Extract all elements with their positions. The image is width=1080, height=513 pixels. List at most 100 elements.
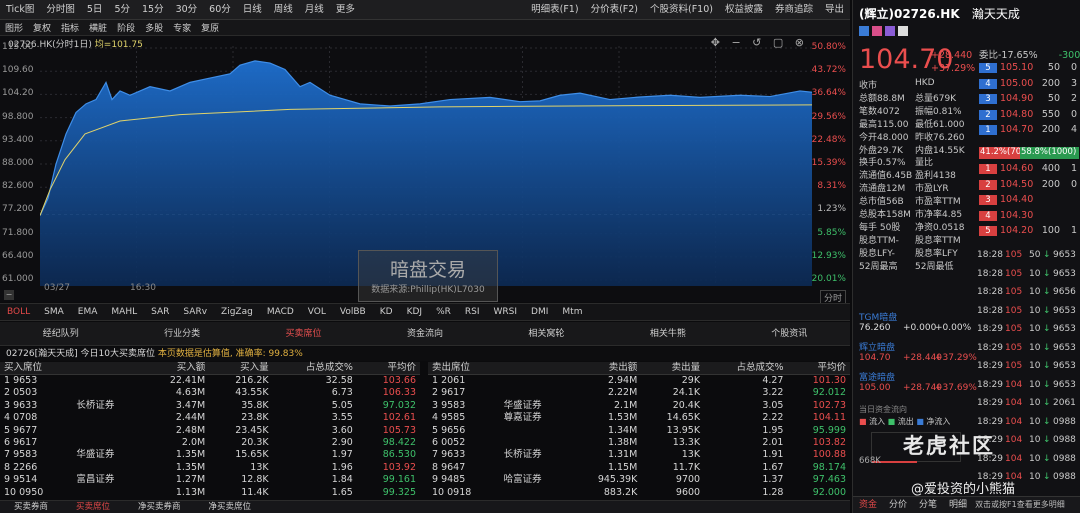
order-level: 3 104.40 [979,194,1079,205]
table-row[interactable]: 8 9647 1.15M 11.7K 1.67 98.174 [428,462,850,474]
toolbar-item-4[interactable]: 阶段 [112,21,140,34]
right-menu-item-3[interactable]: 权益披露 [719,0,769,20]
table-row[interactable]: 3 9583 华盛证券 2.1M 20.4K 3.05 102.73 [428,400,850,412]
tab-4[interactable]: 相关窝轮 [486,322,607,345]
tab-0[interactable]: 经纪队列 [0,322,121,345]
right-menu-item-5[interactable]: 导出 [819,0,850,20]
table-row[interactable]: 9 9485 哈富证券 945.39K 9700 1.37 97.463 [428,474,850,486]
indicator-%r[interactable]: %R [429,307,458,317]
toolbar-item-3[interactable]: 横脏 [84,21,112,34]
table-cell: 13.3K [672,437,701,449]
menu-item-4[interactable]: 15分 [136,0,170,20]
table-row[interactable]: 8 2266 1.35M 13K 1.96 103.92 [0,462,420,474]
menu-item-9[interactable]: 月线 [299,0,330,20]
indicator-macd[interactable]: MACD [260,307,301,317]
table-row[interactable]: 7 9633 长桥证券 1.31M 13K 1.91 100.88 [428,449,850,461]
indicator-rsi[interactable]: RSI [458,307,487,317]
tab-2[interactable]: 买卖席位 [243,322,364,345]
toolbar-item-5[interactable]: 多股 [140,21,168,34]
table-row[interactable]: 3 9633 长桥证券 3.47M 35.8K 5.05 97.032 [0,400,420,412]
flag-icon[interactable] [872,26,882,36]
bid-ask-ratio-bar: 41.2%(700) 58.8%(1000) [979,147,1079,159]
watermark-source: 数据来源:Phillip(HK)L7030 [371,285,485,295]
minus-icon[interactable]: − [4,290,14,300]
tick-cell: 10 [1029,324,1041,334]
bottom-tab-0[interactable]: 买卖券商 [0,501,62,513]
table-cell: 2.22 [762,412,784,424]
indicator-volbb[interactable]: VolBB [333,307,373,317]
menu-item-0[interactable]: Tick图 [0,0,40,20]
menu-item-10[interactable]: 更多 [330,0,361,20]
table-row[interactable]: 2 9617 2.22M 24.1K 3.22 92.012 [428,387,850,399]
indicator-dmi[interactable]: DMI [524,307,555,317]
stat-value: 股息率TTM [915,235,961,246]
table-row[interactable]: 7 9583 华盛证券 1.35M 15.65K 1.97 86.530 [0,449,420,461]
footer-tab-1[interactable]: 分价 [883,497,913,513]
indicator-mahl[interactable]: MAHL [104,307,144,317]
down-arrow-icon: ↓ [1043,268,1051,279]
indicator-sarv[interactable]: SARv [176,307,214,317]
right-menu-item-0[interactable]: 明细表(F1) [525,0,584,20]
menu-item-5[interactable]: 30分 [170,0,204,20]
toolbar-item-6[interactable]: 专家 [168,21,196,34]
table-row[interactable]: 5 9656 1.34M 13.95K 1.95 95.999 [428,425,850,437]
bottom-tab-3[interactable]: 净买卖席位 [195,501,266,513]
indicator-sar[interactable]: SAR [144,307,176,317]
tab-5[interactable]: 相关牛熊 [607,322,728,345]
ask-ratio: 58.8%(1000) [1020,147,1079,159]
toolbar-item-2[interactable]: 指标 [56,21,84,34]
indicator-vol[interactable]: VOL [301,307,333,317]
level-volume: 100 [1041,225,1060,236]
table-row[interactable]: 2 0503 4.63M 43.55K 6.73 106.33 [0,387,420,399]
footer-tab-3[interactable]: 明细 [943,497,973,513]
indicator-kdj[interactable]: KDJ [400,307,430,317]
tag-icon[interactable] [859,26,869,36]
table-row[interactable]: 6 9617 2.0M 20.3K 2.90 98.422 [0,437,420,449]
toolbar-item-1[interactable]: 复权 [28,21,56,34]
table-row[interactable]: 1 9653 22.41M 216.2K 32.58 103.66 [0,375,420,388]
dark-pool-name: 富途暗盘 [859,373,896,383]
table-row[interactable]: 10 0950 1.13M 11.4K 1.65 99.325 [0,487,420,499]
toolbar-item-0[interactable]: 图形 [0,21,28,34]
table-row[interactable]: 6 0052 1.38M 13.3K 2.01 103.82 [428,437,850,449]
order-level: 3 104.90 50 2 [979,93,1079,104]
table-row[interactable]: 4 9585 尊嘉证券 1.53M 14.65K 2.22 104.11 [428,412,850,424]
bottom-tab-1[interactable]: 买卖席位 [62,501,124,513]
toolbar-item-7[interactable]: 复原 [196,21,224,34]
indicator-zigzag[interactable]: ZigZag [214,307,260,317]
flow-out: 流出 [897,417,914,426]
table-row[interactable]: 10 0918 883.2K 9600 1.28 92.000 [428,487,850,499]
indicator-wrsi[interactable]: WRSI [487,307,525,317]
tick-cell: 18:28 [977,250,1003,260]
menu-item-2[interactable]: 5日 [81,0,109,20]
menu-item-7[interactable]: 日线 [237,0,268,20]
indicator-sma[interactable]: SMA [37,307,71,317]
indicator-mtm[interactable]: Mtm [555,307,589,317]
tab-1[interactable]: 行业分类 [121,322,242,345]
tab-6[interactable]: 个股资讯 [729,322,850,345]
menu-item-6[interactable]: 60分 [203,0,237,20]
tab-3[interactable]: 资金流向 [364,322,485,345]
menu-item-1[interactable]: 分时图 [40,0,81,20]
table-row[interactable]: 4 0708 2.44M 23.8K 3.55 102.61 [0,412,420,424]
order-ratio: 委比-17.65% -300 [979,47,1080,61]
down-arrow-icon: ↓ [1043,287,1051,297]
indicator-kd[interactable]: KD [373,307,400,317]
footer-tab-2[interactable]: 分笔 [913,497,943,513]
menu-item-3[interactable]: 5分 [108,0,136,20]
indicator-ema[interactable]: EMA [71,307,105,317]
menu-item-8[interactable]: 周线 [268,0,299,20]
table-row[interactable]: 9 9514 富昌证券 1.27M 12.8K 1.84 99.161 [0,474,420,486]
table-row[interactable]: 5 9677 2.48M 23.45K 3.60 105.73 [0,425,420,437]
chart-icon[interactable] [885,26,895,36]
table-cell: 1.15M [607,461,638,473]
right-menu-item-2[interactable]: 个股资料(F10) [644,0,719,20]
level-volume: 200 [1041,178,1060,190]
right-menu-item-4[interactable]: 券商追踪 [769,0,819,20]
table-row[interactable]: 1 2061 2.94M 29K 4.27 101.30 [428,375,850,388]
indicator-boll[interactable]: BOLL [0,307,37,317]
bottom-tab-2[interactable]: 净买卖券商 [124,501,195,513]
right-menu-item-1[interactable]: 分价表(F2) [585,0,644,20]
heart-icon[interactable] [898,26,908,36]
footer-tab-0[interactable]: 资金 [853,497,883,513]
